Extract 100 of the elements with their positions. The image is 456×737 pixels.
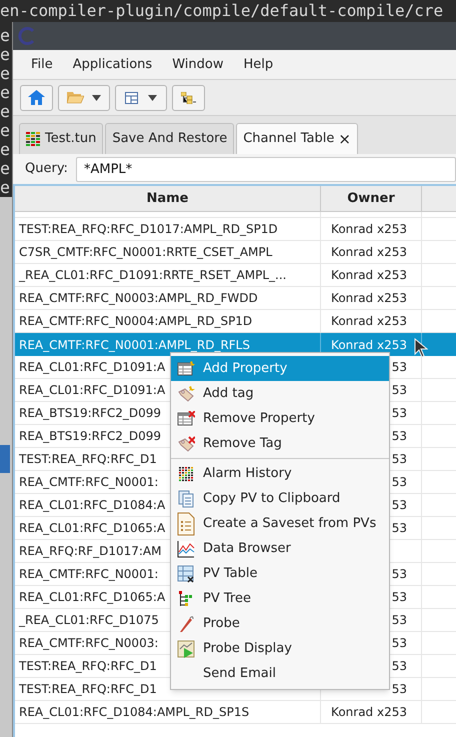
table-cell-text: 53 bbox=[392, 520, 407, 537]
table-cell-text: REA_CL01:RFC_D1065:A bbox=[19, 520, 166, 537]
grid-icon bbox=[26, 132, 41, 146]
table-cell-text: 53 bbox=[392, 681, 407, 698]
table-cell-text: 53 bbox=[392, 635, 407, 652]
table-cell-text: TEST:REA_RFQ:RFC_D1017:AMPL_RD_SP1D bbox=[19, 221, 278, 238]
hierarchy-icon bbox=[180, 92, 196, 104]
table-cell-text: REA_CL01:RFC_D1091:A bbox=[19, 382, 166, 399]
table-cell-text: REA_CMTF:RFC_N0003:AMPL_RD_FWDD bbox=[19, 290, 258, 307]
menu-item[interactable]: Window bbox=[172, 54, 224, 74]
terminal-text: e bbox=[0, 26, 11, 45]
menu-item[interactable]: PV Table bbox=[171, 561, 389, 586]
table-cell-text: REA_CL01:RFC_D1084:A bbox=[19, 497, 166, 514]
tag-remove-icon bbox=[177, 436, 195, 452]
menu-item[interactable]: Applications bbox=[72, 54, 152, 74]
table-row[interactable]: C7SR_CMTF:RFC_N0001:RRTE_CSET_AMPL Konrad x253 bbox=[15, 241, 456, 264]
table-row[interactable]: _REA_CL01:RFC_D1091:RRTE_RSET_AMPL_... Konrad x253 bbox=[15, 264, 456, 287]
table-cell-text: REA_RFQ:RF_D1017:AM bbox=[19, 543, 162, 560]
table-cell-text: TEST:REA_RFQ:RFC_D1 bbox=[19, 658, 157, 675]
table-cell-text: Konrad x253 bbox=[331, 336, 407, 354]
tab[interactable]: Test.tun bbox=[19, 123, 104, 154]
app-logo-icon bbox=[18, 27, 36, 45]
tab[interactable]: Channel Table × bbox=[236, 123, 358, 154]
tree-icon bbox=[178, 590, 194, 608]
table-remove-icon bbox=[177, 410, 195, 426]
table-cell-text: _REA_CL01:RFC_D1075 bbox=[19, 612, 159, 629]
column-header[interactable]: Name bbox=[15, 186, 321, 211]
query-label: Query: bbox=[25, 160, 68, 178]
table-cell-text: REA_CL01:RFC_D1065:A bbox=[19, 589, 166, 606]
line-chart-icon bbox=[177, 540, 195, 558]
table-cell-text: C7SR_CMTF:RFC_N0001:RRTE_CSET_AMPL bbox=[19, 244, 272, 261]
menu-item[interactable]: Remove Property bbox=[171, 406, 389, 431]
terminal-text: e bbox=[0, 83, 11, 102]
table-cell-text: REA_BTS19:RFC2_D099 bbox=[19, 428, 162, 445]
layout-button[interactable] bbox=[115, 84, 167, 110]
table-cell-text: REA_CMTF:RFC_N0001: bbox=[19, 474, 158, 491]
menu-item[interactable]: File bbox=[31, 54, 53, 74]
table-cell-text: 53 bbox=[392, 658, 407, 675]
menu-item[interactable]: Help bbox=[243, 54, 274, 74]
pen-icon bbox=[178, 614, 194, 632]
table-cell-text: REA_CMTF:RFC_N0004:AMPL_RD_SP1D bbox=[19, 313, 252, 330]
menu-item[interactable]: Copy PV to Clipboard bbox=[171, 486, 389, 511]
menu-item[interactable]: Remove Tag bbox=[171, 431, 389, 456]
selection-highlight bbox=[0, 445, 10, 473]
table-cell-text: Konrad x253 bbox=[331, 290, 407, 307]
table-cell-text: 53 bbox=[392, 382, 407, 399]
table-row[interactable]: REA_CMTF:RFC_N0003:AMPL_RD_FWDD Konrad x253 bbox=[15, 287, 456, 310]
mouse-pointer-icon bbox=[414, 338, 428, 358]
terminal-text: e bbox=[0, 159, 11, 178]
menu-item[interactable]: Alarm History bbox=[171, 461, 389, 486]
home-button[interactable] bbox=[20, 84, 53, 110]
table-cell-text: _REA_CL01:RFC_D1091:RRTE_RSET_AMPL_... bbox=[19, 267, 286, 284]
menu-item[interactable]: Probe Display bbox=[171, 636, 389, 661]
table-cell-text: 53 bbox=[392, 566, 407, 583]
table-cell-text: TEST:REA_RFQ:RFC_D1 bbox=[19, 681, 157, 698]
table-cell-text: REA_CMTF:RFC_N0001:AMPL_RD_RFLS bbox=[19, 336, 250, 354]
play-chart-icon bbox=[177, 640, 195, 658]
close-icon[interactable]: × bbox=[338, 132, 351, 146]
column-header[interactable]: Owner bbox=[321, 186, 422, 211]
table-cell-text: Konrad x253 bbox=[331, 704, 407, 721]
terminal-text: e bbox=[0, 178, 11, 197]
query-field[interactable]: *AMPL* bbox=[76, 156, 456, 182]
table-cell-text: Konrad x253 bbox=[331, 244, 407, 261]
menu-item[interactable]: PV Tree bbox=[171, 586, 389, 611]
table-plus-icon bbox=[177, 360, 195, 376]
terminal-text: e bbox=[0, 64, 11, 83]
table-cell-text: 53 bbox=[392, 589, 407, 606]
copy-icon bbox=[178, 490, 194, 508]
table-row[interactable]: TEST:REA_RFQ:RFC_D1017:AMPL_RD_SP1D Konrad x253 bbox=[15, 218, 456, 241]
terminal-text: e bbox=[0, 140, 11, 159]
document-list-icon bbox=[177, 512, 195, 536]
open-button[interactable] bbox=[58, 84, 110, 110]
table-cell-text: Konrad x253 bbox=[331, 221, 407, 238]
table-cell-text: 53 bbox=[392, 428, 407, 445]
table-cell-text: TEST:REA_RFQ:RFC_D1 bbox=[19, 451, 157, 468]
menu-item[interactable]: Create a Saveset from PVs bbox=[171, 511, 389, 536]
caret-icon bbox=[148, 94, 157, 100]
table-cell-text: 53 bbox=[392, 359, 407, 376]
table-cell-text: 53 bbox=[392, 497, 407, 514]
alarm-grid-icon bbox=[178, 466, 194, 482]
table-cell-text: 53 bbox=[392, 405, 407, 422]
table-cell-text: 53 bbox=[392, 474, 407, 491]
home-icon bbox=[28, 90, 45, 105]
tree-button[interactable] bbox=[172, 84, 205, 110]
menu-item[interactable]: Data Browser bbox=[171, 536, 389, 561]
terminal-text: e bbox=[0, 121, 11, 140]
table-cell-text: REA_CMTF:RFC_N0003: bbox=[19, 635, 158, 652]
table-cell-text: 53 bbox=[392, 612, 407, 629]
table-cell-text: REA_CMTF:RFC_N0001: bbox=[19, 566, 158, 583]
caret-icon bbox=[92, 94, 101, 100]
table-cell-text: Konrad x253 bbox=[331, 267, 407, 284]
table-row[interactable]: REA_CL01:RFC_D1084:AMPL_RD_SP1S Konrad x253 bbox=[15, 701, 456, 724]
layout-icon bbox=[125, 92, 138, 104]
folder-icon bbox=[67, 91, 84, 104]
tag-plus-icon bbox=[177, 386, 195, 402]
terminal-text: e bbox=[0, 102, 11, 121]
tab[interactable]: Save And Restore bbox=[105, 123, 234, 154]
table-cell-text: REA_CL01:RFC_D1084:AMPL_RD_SP1S bbox=[19, 704, 250, 721]
terminal-text: e bbox=[0, 45, 11, 64]
table-cell-text: Konrad x253 bbox=[331, 313, 407, 330]
